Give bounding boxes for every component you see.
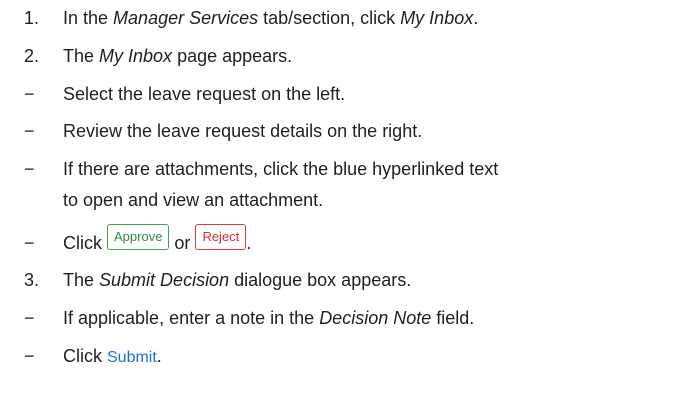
- step-marker: 3.: [24, 270, 40, 290]
- step-text: Click Submit.: [63, 344, 162, 370]
- approve-button[interactable]: Approve: [107, 224, 170, 251]
- text-segment: or: [169, 233, 196, 253]
- step-text: Select the leave request on the left.: [63, 84, 346, 104]
- step-text: to open and view an attachment.: [63, 190, 324, 210]
- text-segment: field.: [431, 308, 475, 328]
- emphasis-text: My Inbox: [400, 8, 474, 28]
- step-text: Review the leave request details on the …: [63, 121, 423, 141]
- text-segment: .: [156, 346, 162, 366]
- text-segment: .: [473, 8, 479, 28]
- emphasis-text: My Inbox: [99, 46, 173, 66]
- submit-link[interactable]: Submit: [107, 349, 157, 366]
- text-segment: .: [246, 233, 252, 253]
- text-segment: tab/section, click: [258, 8, 401, 28]
- step-text: The Submit Decision dialogue box appears…: [63, 268, 411, 292]
- dash-marker: −: [24, 233, 35, 253]
- emphasis-text: Submit Decision: [99, 270, 230, 290]
- step-text: The My Inbox page appears.: [63, 44, 292, 68]
- dash-marker: −: [24, 346, 35, 366]
- step-marker: 2.: [24, 46, 40, 66]
- dash-marker: −: [24, 121, 35, 141]
- emphasis-text: Manager Services: [113, 8, 259, 28]
- text-segment: In the: [63, 8, 114, 28]
- instruction-document: 1. In the Manager Services tab/section, …: [0, 0, 679, 403]
- dash-marker: −: [24, 308, 35, 328]
- step-text: If applicable, enter a note in the Decis…: [63, 306, 474, 330]
- step-text: Click Approve or Reject.: [63, 224, 252, 257]
- dash-marker: −: [24, 159, 35, 179]
- text-segment: If applicable, enter a note in the: [63, 308, 320, 328]
- step-marker: 1.: [24, 8, 40, 28]
- text-segment: The: [63, 46, 100, 66]
- text-segment: Click: [63, 233, 107, 253]
- text-segment: dialogue box appears.: [229, 270, 412, 290]
- text-segment: page appears.: [172, 46, 293, 66]
- dash-marker: −: [24, 84, 35, 104]
- text-segment: The: [63, 270, 100, 290]
- step-text: If there are attachments, click the blue…: [63, 159, 499, 179]
- text-segment: Click: [63, 346, 107, 366]
- emphasis-text: Decision Note: [319, 308, 432, 328]
- step-text: In the Manager Services tab/section, cli…: [63, 6, 478, 30]
- reject-button[interactable]: Reject: [195, 224, 247, 251]
